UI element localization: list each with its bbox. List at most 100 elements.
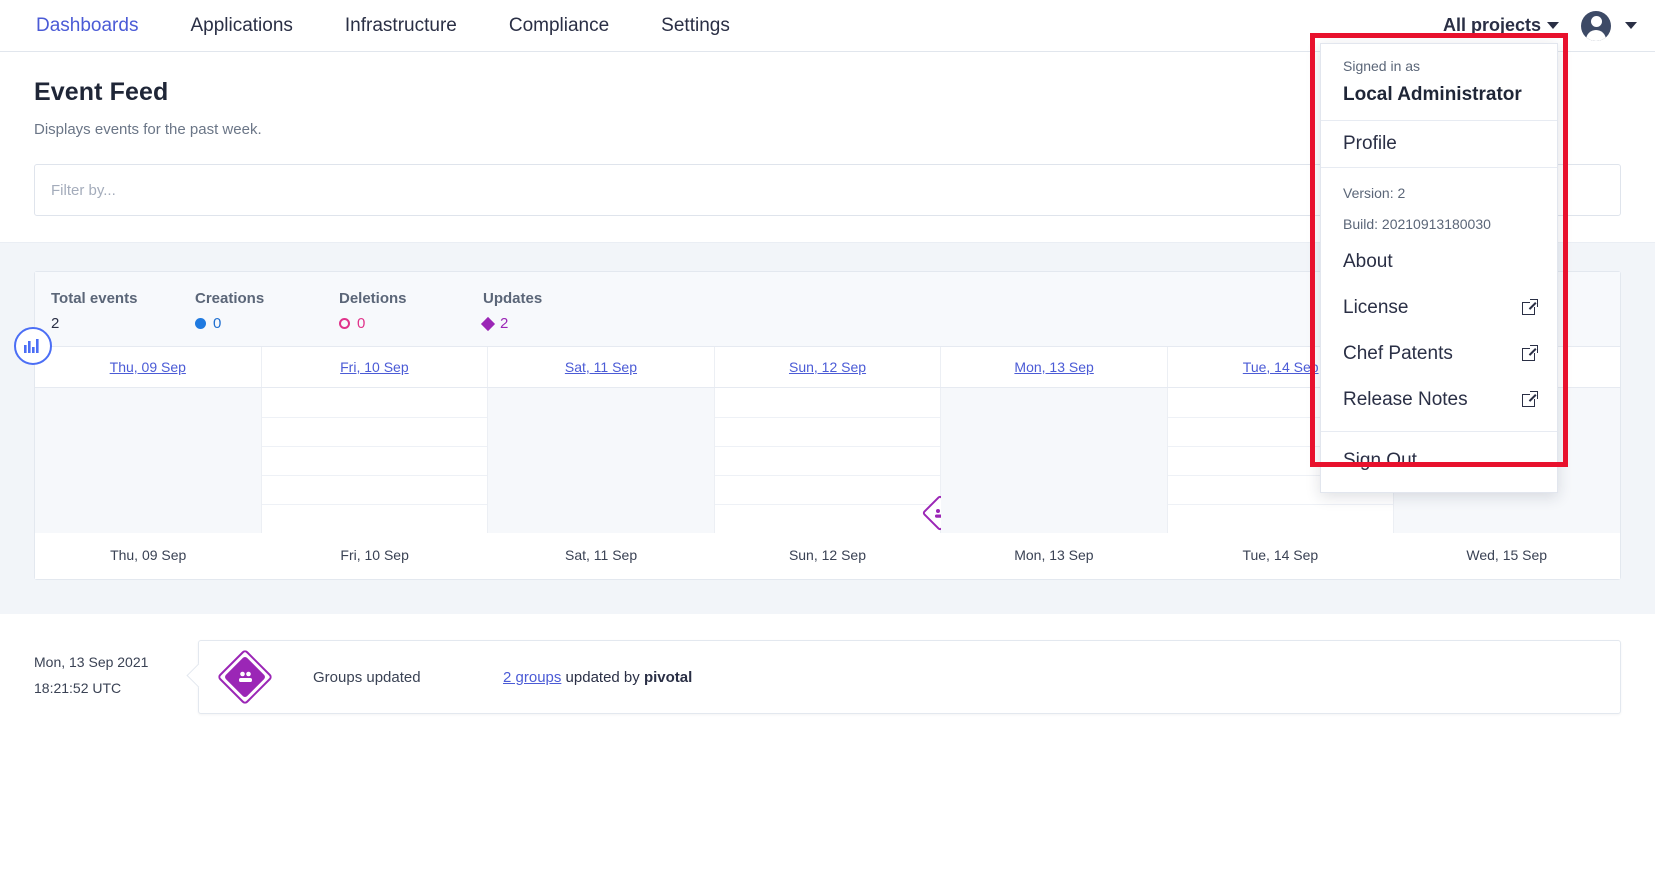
nav-label: Settings <box>661 15 730 36</box>
stat-value: 0 <box>195 315 339 332</box>
user-menu-button[interactable] <box>1581 11 1637 41</box>
menu-item-license[interactable]: License <box>1321 285 1557 331</box>
timeline-footer: Thu, 09 Sep Fri, 10 Sep Sat, 11 Sep Sun,… <box>35 533 1620 579</box>
stat-value: 2 <box>51 315 195 332</box>
external-link-icon <box>1522 348 1535 361</box>
stat-label: Deletions <box>339 290 483 307</box>
timeline-date-header[interactable]: Thu, 09 Sep <box>35 347 262 387</box>
menu-item-label: Sign Out <box>1343 450 1417 472</box>
stat-number: 0 <box>213 315 221 332</box>
timeline-date-link[interactable]: Mon, 13 Sep <box>1014 359 1093 375</box>
nav-item-compliance[interactable]: Compliance <box>483 0 635 52</box>
event-list-item: Mon, 13 Sep 2021 18:21:52 UTC <box>34 640 1621 714</box>
bar-chart-glyph <box>24 339 42 353</box>
timeline-column <box>262 388 489 533</box>
stat-updates: Updates 2 <box>483 290 627 332</box>
stat-label: Total events <box>51 290 195 307</box>
version-text: Version: 2 <box>1321 178 1557 209</box>
update-diamond-icon <box>481 316 495 330</box>
event-timestamp: Mon, 13 Sep 2021 18:21:52 UTC <box>34 640 164 714</box>
stat-deletions: Deletions 0 <box>339 290 483 332</box>
timeline-axis-label: Wed, 15 Sep <box>1394 533 1620 579</box>
nav-right-controls: All projects <box>1443 11 1655 41</box>
stat-value: 2 <box>483 315 627 332</box>
signed-in-section: Signed in as Local Administrator <box>1321 44 1557 121</box>
bar-chart-icon[interactable] <box>14 327 52 365</box>
external-link-icon <box>1522 394 1535 407</box>
timeline-date-header[interactable]: Sun, 12 Sep <box>715 347 942 387</box>
stat-number: 2 <box>51 315 59 332</box>
timeline-date-link[interactable]: Thu, 09 Sep <box>110 359 186 375</box>
timeline-axis-label: Mon, 13 Sep <box>941 533 1167 579</box>
stat-value: 0 <box>339 315 483 332</box>
menu-item-label: Profile <box>1343 133 1397 155</box>
timeline-axis-label: Fri, 10 Sep <box>261 533 487 579</box>
timeline-date-header[interactable]: Mon, 13 Sep <box>941 347 1168 387</box>
event-desc-mid: updated by <box>561 669 644 686</box>
deletion-ring-icon <box>339 318 350 329</box>
nav-label: Compliance <box>509 15 609 36</box>
group-update-icon <box>219 651 271 703</box>
stat-creations: Creations 0 <box>195 290 339 332</box>
people-glyph <box>219 651 271 703</box>
nav-label: Infrastructure <box>345 15 457 36</box>
signed-in-as-label: Signed in as <box>1343 58 1535 74</box>
nav-label: Applications <box>190 15 292 36</box>
menu-item-release-notes[interactable]: Release Notes <box>1321 377 1557 423</box>
timeline-column <box>488 388 715 533</box>
timeline-date-link[interactable]: Tue, 14 Sep <box>1243 359 1319 375</box>
people-svg <box>237 670 254 684</box>
event-card[interactable]: Groups updated 2 groups updated by pivot… <box>198 640 1621 714</box>
about-section: Version: 2 Build: 20210913180030 About L… <box>1321 168 1557 432</box>
timeline-axis-label: Sat, 11 Sep <box>488 533 714 579</box>
timeline-column <box>715 388 942 533</box>
stat-number: 2 <box>500 315 508 332</box>
projects-selector[interactable]: All projects <box>1443 15 1559 36</box>
event-time: 18:21:52 UTC <box>34 676 164 702</box>
event-description: 2 groups updated by pivotal <box>503 669 692 686</box>
timeline-date-link[interactable]: Sat, 11 Sep <box>565 359 637 375</box>
external-link-icon <box>1522 302 1535 315</box>
chevron-down-icon <box>1625 22 1637 29</box>
user-dropdown-menu: Signed in as Local Administrator Profile… <box>1320 43 1558 493</box>
timeline-axis-label: Tue, 14 Sep <box>1167 533 1393 579</box>
profile-section: Profile <box>1321 121 1557 168</box>
menu-item-label: Chef Patents <box>1343 343 1453 365</box>
menu-item-sign-out[interactable]: Sign Out <box>1321 438 1557 484</box>
nav-item-infrastructure[interactable]: Infrastructure <box>319 0 483 52</box>
stat-label: Creations <box>195 290 339 307</box>
user-avatar-icon <box>1581 11 1611 41</box>
sign-out-section: Sign Out <box>1321 432 1557 492</box>
timeline-column <box>941 388 1168 533</box>
app-root: Dashboards Applications Infrastructure C… <box>0 0 1655 872</box>
timeline-date-header[interactable]: Fri, 10 Sep <box>262 347 489 387</box>
menu-item-about[interactable]: About <box>1321 239 1557 285</box>
projects-selector-label: All projects <box>1443 15 1541 36</box>
signed-in-user-name: Local Administrator <box>1343 84 1535 106</box>
timeline-axis-label: Sun, 12 Sep <box>714 533 940 579</box>
event-date: Mon, 13 Sep 2021 <box>34 650 164 676</box>
menu-item-chef-patents[interactable]: Chef Patents <box>1321 331 1557 377</box>
nav-label: Dashboards <box>36 15 138 36</box>
timeline-date-header[interactable]: Sat, 11 Sep <box>488 347 715 387</box>
menu-item-label: Release Notes <box>1343 389 1468 411</box>
event-list: Mon, 13 Sep 2021 18:21:52 UTC <box>0 614 1655 714</box>
timeline-date-link[interactable]: Sun, 12 Sep <box>789 359 866 375</box>
creation-dot-icon <box>195 318 206 329</box>
timeline-column <box>35 388 262 533</box>
menu-item-profile[interactable]: Profile <box>1321 121 1557 167</box>
chevron-down-icon <box>1547 22 1559 29</box>
stat-number: 0 <box>357 315 365 332</box>
timeline-axis-label: Thu, 09 Sep <box>35 533 261 579</box>
nav-item-applications[interactable]: Applications <box>164 0 318 52</box>
event-actor: pivotal <box>644 669 692 686</box>
stat-total-events: Total events 2 <box>51 290 195 332</box>
nav-item-dashboards[interactable]: Dashboards <box>10 0 164 52</box>
nav-item-settings[interactable]: Settings <box>635 0 756 52</box>
stat-label: Updates <box>483 290 627 307</box>
event-link-groups[interactable]: 2 groups <box>503 669 561 686</box>
menu-item-label: License <box>1343 297 1409 319</box>
timeline-date-link[interactable]: Fri, 10 Sep <box>340 359 408 375</box>
build-text: Build: 20210913180030 <box>1321 209 1557 240</box>
event-title: Groups updated <box>313 669 503 686</box>
